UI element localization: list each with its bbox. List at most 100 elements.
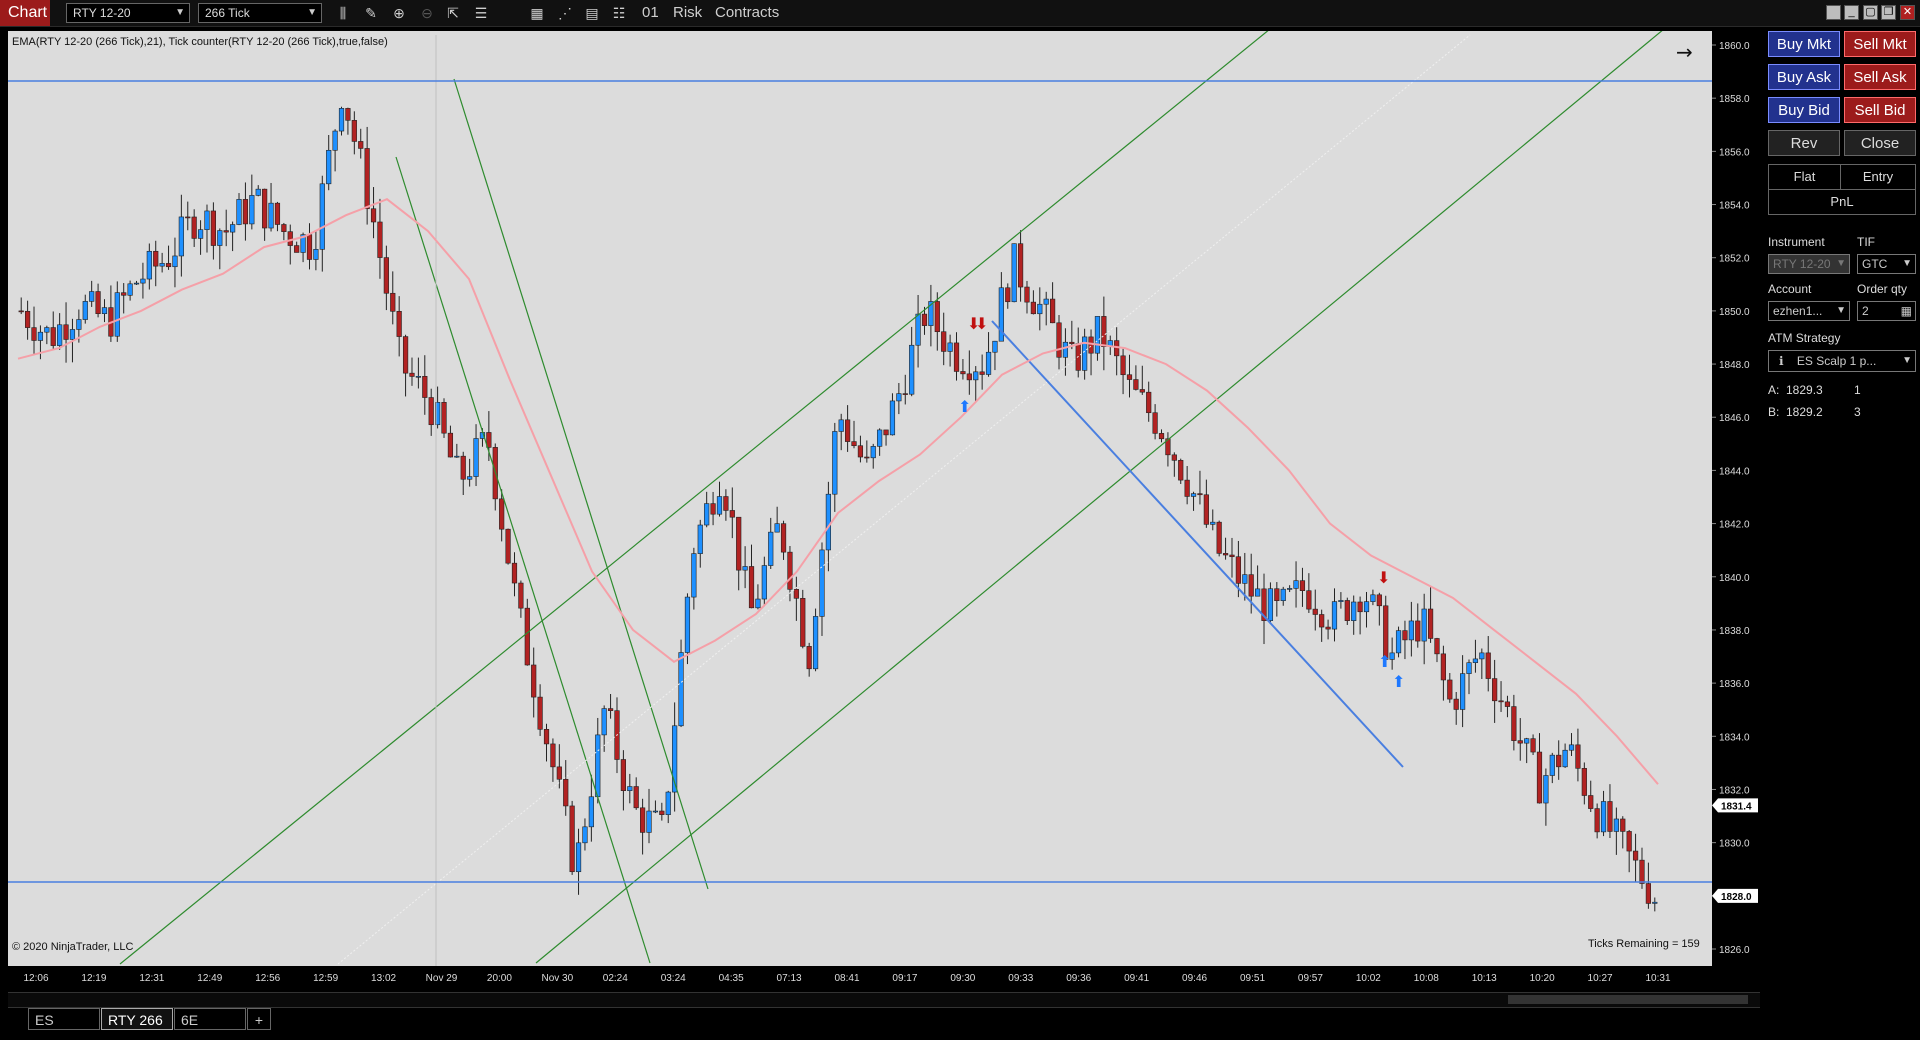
candle-body <box>838 419 844 432</box>
zoom-in-icon[interactable]: ⊕ <box>389 4 409 22</box>
buy-ask-button[interactable]: Buy Ask <box>1768 64 1840 90</box>
scrollbar-thumb[interactable] <box>1508 995 1748 1004</box>
candle-body <box>1427 608 1434 639</box>
close-position-button[interactable]: Close <box>1844 130 1916 156</box>
candle-body <box>377 221 383 258</box>
candle-body <box>146 250 152 280</box>
close-icon[interactable]: ✕ <box>1900 5 1915 20</box>
chart-plot-area[interactable]: ⬇ ⬇ ⬆ ⬇ ⬆ ⬆ → EMA(RTY 12-20 (266 Tick),2… <box>8 31 1712 966</box>
indicators-icon[interactable]: ▦ <box>527 4 547 22</box>
top-toolbar: Chart RTY 12-20 ▼ 266 Tick ▼ ⫼ ✎ ⊕ ⊖ ⇱ ☰… <box>0 0 1920 27</box>
zoom-out-icon[interactable]: ⊖ <box>417 4 437 22</box>
order-qty-stepper[interactable]: 2 ▦ <box>1857 301 1916 321</box>
candle-body <box>768 531 774 566</box>
candle-body <box>294 245 300 253</box>
candle-body <box>390 292 396 312</box>
chart-scrollbar[interactable] <box>8 992 1760 1008</box>
candle-body <box>1037 303 1043 315</box>
buy-market-button[interactable]: Buy Mkt <box>1768 31 1840 57</box>
order-qty-label: Order qty <box>1857 282 1908 296</box>
time-tick-label: 09:46 <box>1182 973 1207 984</box>
candle-body <box>1492 678 1498 702</box>
account-select[interactable]: ezhen1... ▼ <box>1768 301 1850 321</box>
tif-select[interactable]: GTC ▼ <box>1857 254 1916 274</box>
price-tick-label: 1860.0 <box>1719 41 1750 52</box>
sell-market-button[interactable]: Sell Mkt <box>1844 31 1916 57</box>
pointer-icon[interactable]: ⇱ <box>443 4 463 22</box>
pencil-icon[interactable]: ✎ <box>361 4 381 22</box>
candle-body <box>992 340 998 353</box>
candle-body <box>1460 673 1466 710</box>
interval-select[interactable]: 266 Tick ▼ <box>198 3 322 23</box>
risk-label[interactable]: Risk <box>673 0 702 26</box>
candle-body <box>18 310 24 313</box>
candle-body <box>37 331 44 341</box>
candle-body <box>736 516 742 571</box>
candle-body <box>1524 738 1530 744</box>
properties-icon[interactable]: ☰ <box>471 4 491 22</box>
restore-icon[interactable]: ❐ <box>1881 5 1896 20</box>
candle-body <box>1024 286 1030 303</box>
candle-body <box>1581 768 1587 796</box>
candle-body <box>1344 600 1350 621</box>
time-tick-label: 10:31 <box>1645 973 1670 984</box>
contracts-label[interactable]: Contracts <box>715 0 779 26</box>
strategies-icon[interactable]: ⋰ <box>555 4 575 22</box>
candle-body <box>460 455 466 480</box>
candle-body <box>729 510 735 518</box>
candle-body <box>652 810 659 813</box>
reverse-button[interactable]: Rev <box>1768 130 1840 156</box>
price-tick-label: 1850.0 <box>1719 307 1750 318</box>
maximize-icon[interactable]: ▢ <box>1863 5 1878 20</box>
candle-body <box>1639 859 1645 884</box>
candle-body <box>1395 630 1402 654</box>
minimize-icon[interactable]: _ <box>1844 5 1859 20</box>
time-axis[interactable]: 12:06 12:19 12:31 12:49 12:56 12:59 13:02 Nov 2… <box>8 966 1760 990</box>
tab-rty-266[interactable]: RTY 266 <box>101 1008 173 1030</box>
candle-body <box>761 565 767 600</box>
time-tick-label: 07:13 <box>777 973 802 984</box>
candle-body <box>415 376 421 378</box>
atm-strategy-select[interactable]: ℹ ES Scalp 1 p... ▼ <box>1768 350 1916 372</box>
candle-body <box>1453 698 1459 710</box>
buy-bid-button[interactable]: Buy Bid <box>1768 97 1840 123</box>
tab-es[interactable]: ES <box>28 1008 100 1030</box>
sell-bid-button[interactable]: Sell Bid <box>1844 97 1916 123</box>
candle-body <box>896 393 902 402</box>
calculator-icon[interactable]: ▦ <box>1901 302 1912 320</box>
sell-ask-button[interactable]: Sell Ask <box>1844 64 1916 90</box>
candle-body <box>1210 521 1216 525</box>
candle-body <box>1197 493 1203 496</box>
tab-6e[interactable]: 6E <box>174 1008 246 1030</box>
candle-body <box>524 607 530 666</box>
candle-body <box>684 596 691 653</box>
bars-label[interactable]: 01 <box>642 0 659 26</box>
time-tick-label: 10:27 <box>1588 973 1613 984</box>
price-tick-label: 1834.0 <box>1719 732 1750 743</box>
candle-body <box>793 589 799 599</box>
candle-body <box>601 708 607 736</box>
candle-body <box>140 278 146 284</box>
info-icon[interactable]: ℹ <box>1773 354 1794 368</box>
candle-body <box>537 696 543 730</box>
list-icon[interactable]: ☷ <box>609 4 629 22</box>
bar-type-icon[interactable]: ⫼ <box>333 4 353 22</box>
candle-body <box>197 229 204 239</box>
candle-body <box>787 551 793 590</box>
candle-body <box>1370 594 1376 602</box>
candle-body <box>697 524 703 554</box>
candle-body <box>588 796 594 828</box>
candle-body <box>973 371 979 381</box>
restore-small-icon[interactable] <box>1826 5 1841 20</box>
instrument-select-value: RTY 12-20 <box>73 6 131 20</box>
instrument-select[interactable]: RTY 12-20 ▼ <box>66 3 190 23</box>
add-tab-button[interactable]: + <box>247 1008 271 1030</box>
candle-body <box>428 397 434 426</box>
price-axis[interactable]: 1860.0 1858.0 1856.0 1854.0 1852.0 1850.0 1848… <box>1712 31 1760 966</box>
candle-body <box>1504 701 1511 707</box>
templates-icon[interactable]: ▤ <box>582 4 602 22</box>
candle-body <box>1299 580 1306 592</box>
candle-body <box>1178 460 1184 481</box>
candle-body <box>595 734 601 798</box>
chart-app-tab[interactable]: Chart <box>0 0 50 26</box>
